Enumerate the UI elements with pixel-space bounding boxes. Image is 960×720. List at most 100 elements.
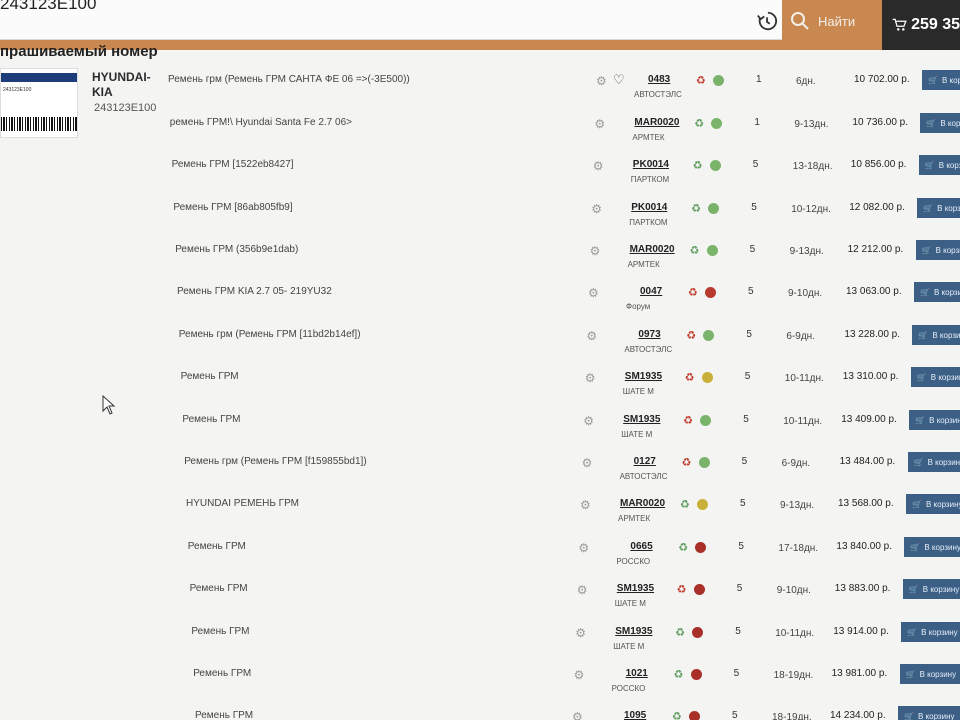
favorite-heart-icon[interactable]: ♡ [613,72,625,88]
price: 14 234.00 р. [830,710,886,720]
supplier-code[interactable]: MAR0020 [634,117,679,128]
add-to-cart-button[interactable]: 🛒В корзину [898,706,960,720]
quantity: 5 [741,456,748,467]
search-button[interactable]: Найти [790,6,870,36]
add-to-cart-button[interactable]: 🛒В корзину [902,579,960,599]
add-to-cart-button[interactable]: 🛒В корзину [910,367,960,387]
cart-button-label: В корзину [940,118,960,128]
offer-description: Ремень ГРМ [195,710,254,720]
gear-icon[interactable]: ⚙ [593,159,604,173]
supplier-code[interactable]: 0483 [648,74,670,85]
availability-dot-icon [705,287,716,298]
gear-icon[interactable]: ⚙ [578,541,589,555]
offer-row: Ремень ГРМ ⚙ SM1935 ШАТЕ М ♻ 5 10-11дн. 13 409.… [0,410,960,454]
gear-icon[interactable]: ⚙ [594,117,605,131]
cart-button-label: В корзину [937,203,960,213]
return-icon: ♻ [692,160,703,172]
supplier-name: АВТОСТЭЛС [619,472,668,481]
supplier-code[interactable]: PK0014 [631,202,667,213]
delivery-days: 17-18дн. [778,543,819,554]
add-to-cart-button[interactable]: 🛒В корзину [918,155,960,175]
delivery-days: 18-19дн. [773,670,814,681]
gear-icon[interactable]: ⚙ [591,202,602,216]
add-to-cart-button[interactable]: 🛒В корзину [907,452,960,472]
supplier-code[interactable]: 0973 [638,329,660,340]
gear-icon[interactable]: ⚙ [590,244,601,258]
add-to-cart-button[interactable]: 🛒В корзину [920,113,960,133]
add-to-cart-button[interactable]: 🛒В корзину [904,537,960,557]
availability-dot-icon [692,627,704,638]
offer-description: Ремень грм (Ремень ГРМ [f159855bd1]) [184,456,367,467]
delivery-days: 10-12дн. [791,204,831,215]
gear-icon[interactable]: ⚙ [585,371,596,385]
offer-description: ремень ГРМ!\ Hyundai Santa Fe 2.7 06> [169,117,352,128]
supplier-code[interactable]: MAR0020 [620,498,665,509]
availability-dot-icon [703,330,715,341]
add-to-cart-button[interactable]: 🛒В корзину [901,622,960,642]
availability-dot-icon [690,669,702,680]
price: 13 568.00 р. [838,498,894,509]
return-icon: ♻ [673,669,684,681]
return-icon: ♻ [696,75,706,87]
search-box[interactable]: 243123E100 [0,0,782,40]
gear-icon[interactable]: ⚙ [574,668,585,682]
gear-icon[interactable]: ⚙ [583,414,594,428]
add-to-cart-button[interactable]: 🛒В корзину [915,240,960,260]
gear-icon[interactable]: ⚙ [596,74,607,88]
quantity: 5 [738,541,744,552]
cart-button-label: В корзину [938,160,960,170]
gear-icon[interactable]: ⚙ [580,498,591,512]
supplier-code[interactable]: PK0014 [633,159,669,170]
add-to-cart-button[interactable]: 🛒В корзину [914,282,960,302]
cart-button-label: В корзину [919,669,957,679]
gear-icon[interactable]: ⚙ [575,626,586,640]
search-input[interactable]: 243123E100 [0,0,96,14]
delivery-days: 6-9дн. [781,458,811,469]
supplier-code[interactable]: SM1935 [617,583,654,594]
add-to-cart-button[interactable]: 🛒В корзину [912,325,960,345]
supplier-code[interactable]: 1021 [626,668,648,679]
gear-icon[interactable]: ⚙ [577,583,588,597]
supplier-code[interactable]: MAR0020 [630,244,675,255]
delivery-days: 9-13дн. [794,119,829,130]
supplier-name: РОССКО [616,557,651,566]
gear-icon[interactable]: ⚙ [586,329,597,343]
supplier-code[interactable]: 0127 [634,456,656,467]
quantity: 5 [752,159,759,170]
supplier-code[interactable]: SM1935 [623,414,660,425]
price: 13 310.00 р. [842,371,899,382]
add-to-cart-button[interactable]: 🛒В корзину [909,410,960,430]
quantity: 5 [743,414,749,425]
add-to-cart-button[interactable]: 🛒В корзину [899,664,960,684]
gear-icon[interactable]: ⚙ [582,456,593,470]
history-icon[interactable] [756,10,778,32]
price: 13 883.00 р. [834,583,891,594]
cart-icon [892,18,907,31]
cart-button-label: В корзину [927,457,960,467]
price: 13 914.00 р. [833,626,889,637]
return-icon: ♻ [684,372,695,384]
gear-icon[interactable]: ⚙ [572,710,583,720]
delivery-days: 6дн. [796,76,816,87]
offer-description: Ремень ГРМ [187,541,246,552]
return-icon: ♻ [680,499,690,511]
supplier-code[interactable]: SM1935 [615,626,652,637]
gear-icon[interactable]: ⚙ [588,286,599,300]
add-to-cart-button[interactable]: 🛒В корзину [917,198,960,218]
offer-row: Ремень ГРМ [86ab805fb9] ⚙ PK0014 ПАРТКОМ ♻ 5 1… [0,198,960,242]
cart-button-icon: 🛒 [920,287,930,297]
offer-row: Ремень ГРМ⚙1095РОССКО♻518-19дн.14 234.00… [0,706,960,720]
cart-button-label: В корзину [925,499,960,509]
supplier-code[interactable]: 0047 [640,286,662,297]
supplier-code[interactable]: 1095 [624,710,646,720]
add-to-cart-button[interactable]: 🛒В корзину [906,494,960,514]
offer-description: Ремень ГРМ [180,371,239,382]
add-to-cart-button[interactable]: 🛒В корзину [922,70,960,90]
cart-summary[interactable]: 259 35 [882,0,960,50]
price: 13 981.00 р. [831,668,888,679]
supplier-code[interactable]: 0665 [630,541,652,552]
return-icon: ♻ [676,584,687,596]
supplier-name: РОССКО [611,684,646,693]
supplier-code[interactable]: SM1935 [625,371,662,382]
cart-button-icon: 🛒 [916,372,927,382]
